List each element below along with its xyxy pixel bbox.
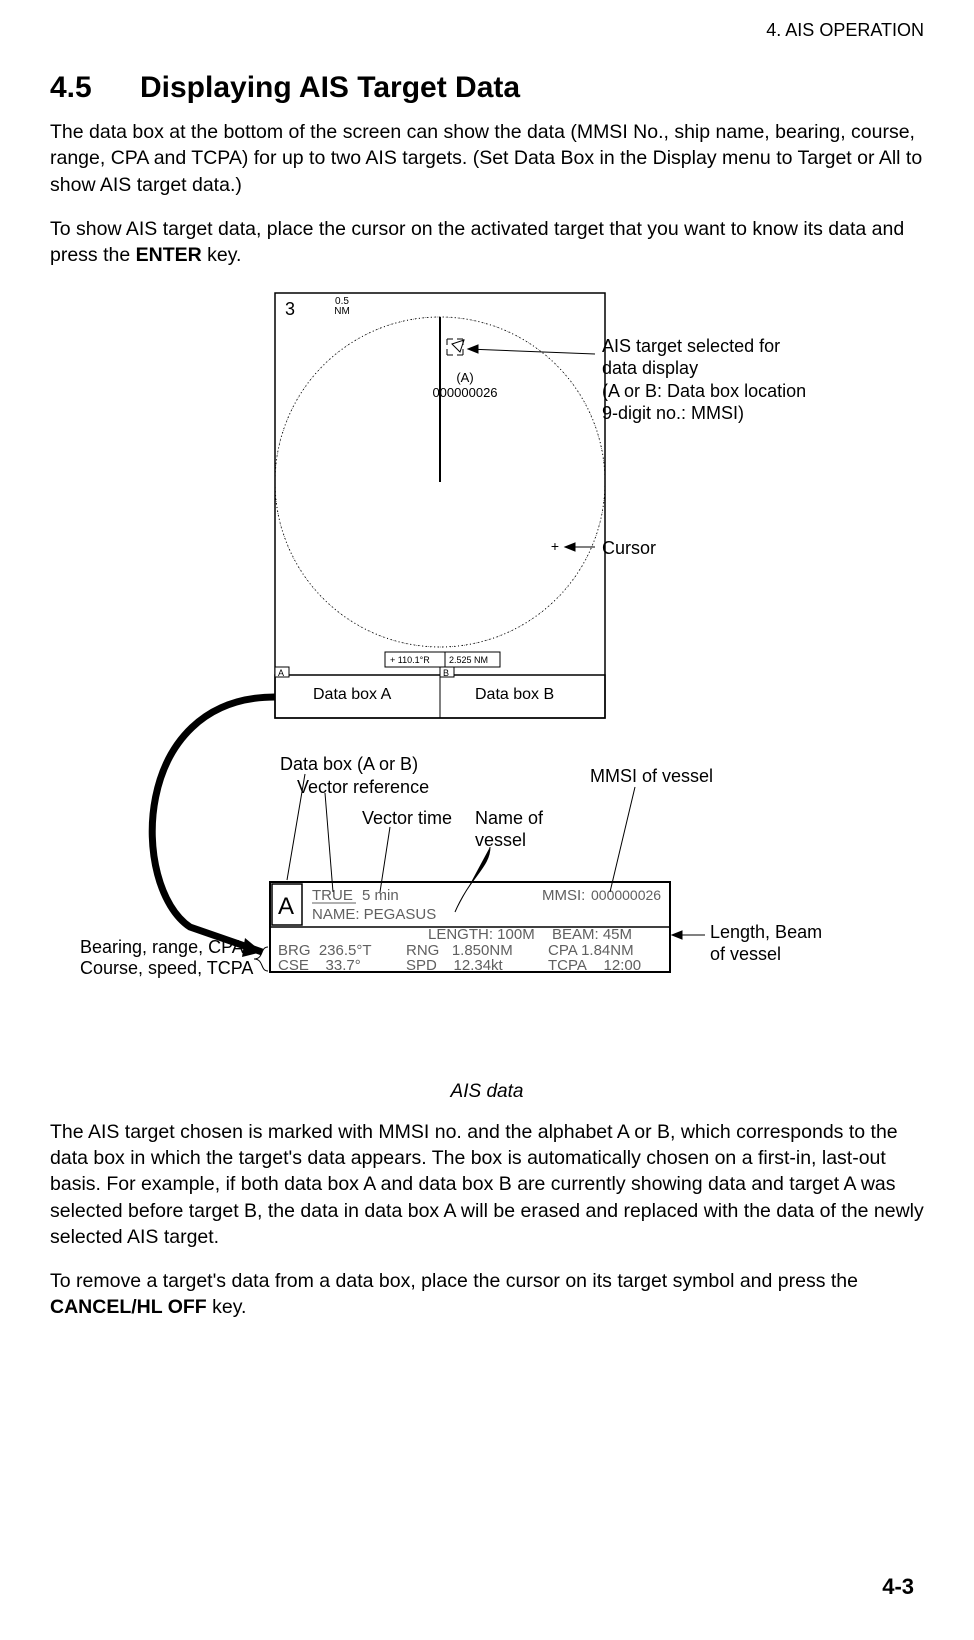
annot-target-sel: AIS target selected for data display (A … — [602, 335, 806, 425]
readout-bearing: + 110.1°R — [390, 655, 430, 665]
para4-key: CANCEL/HL OFF — [50, 1296, 207, 1318]
paragraph-2: To show AIS target data, place the curso… — [50, 216, 924, 269]
annot-brg2: Course, speed, TCPA — [80, 957, 253, 980]
tab-a: A — [278, 668, 284, 678]
annot-mmsi: MMSI of vessel — [590, 765, 713, 788]
detail-letter: A — [278, 893, 294, 920]
para2-c: key. — [202, 244, 242, 266]
detail-cse: CSE 33.7° — [278, 957, 361, 974]
detail-mmsi: 000000026 — [591, 887, 661, 903]
ais-target-icon — [447, 339, 464, 355]
radar-display: 3 0.5 NM (A) 000000026 + + 110.1°R 2.525… — [275, 293, 605, 718]
data-box-b-label: Data box B — [475, 686, 554, 703]
target-label: (A) — [456, 370, 473, 385]
figure: 3 0.5 NM (A) 000000026 + + 110.1°R 2.525… — [50, 287, 924, 1067]
paragraph-3: The AIS target chosen is marked with MMS… — [50, 1119, 924, 1251]
swoop-arrow — [152, 697, 275, 952]
paragraph-4: To remove a target's data from a data bo… — [50, 1268, 924, 1321]
section-title-text: Displaying AIS Target Data — [140, 71, 520, 104]
annot-brg1: Bearing, range, CPA — [80, 936, 244, 959]
detail-spd: SPD 12.34kt — [406, 957, 504, 974]
detail-box: A TRUE 5 min MMSI: 000000026 NAME: PEGAS… — [270, 882, 670, 974]
annot-cursor: Cursor — [602, 537, 656, 560]
detail-name: NAME: PEGASUS — [312, 906, 436, 923]
data-box-area: A B Data box A Data box B — [275, 667, 605, 718]
chapter-header: 4. AIS OPERATION — [50, 20, 924, 41]
annot-length-beam: Length, Beam of vessel — [710, 921, 822, 966]
annot-vector-ref: Vector reference — [297, 776, 429, 799]
annot-databox: Data box (A or B) — [280, 753, 418, 776]
readout-range: 2.525 NM — [449, 655, 488, 665]
para2-key: ENTER — [136, 244, 202, 266]
paragraph-1: The data box at the bottom of the screen… — [50, 119, 924, 198]
section-number: 4.5 — [50, 71, 140, 105]
annot-vector-time: Vector time — [362, 807, 452, 830]
para4-c: key. — [207, 1296, 247, 1318]
cursor-glyph: + — [551, 538, 559, 554]
section-title: 4.5Displaying AIS Target Data — [50, 71, 924, 105]
page: 4. AIS OPERATION 4.5Displaying AIS Targe… — [0, 0, 974, 1640]
detail-tcpa: TCPA 12:00 — [548, 957, 641, 974]
detail-mmsi-label: MMSI: — [542, 887, 585, 904]
detail-beam: BEAM: 45M — [552, 926, 632, 943]
data-box-a-label: Data box A — [313, 686, 392, 703]
annot-name: Name of vessel — [475, 807, 543, 852]
detail-length: LENGTH: 100M — [428, 926, 535, 943]
tab-b: B — [443, 668, 449, 678]
target-mmsi: 000000026 — [432, 385, 497, 400]
page-number: 4-3 — [882, 1574, 914, 1600]
radar-corner: 3 — [285, 299, 295, 319]
radar-range-unit: NM — [334, 306, 350, 317]
para4-a: To remove a target's data from a data bo… — [50, 1270, 858, 1292]
figure-caption: AIS data — [50, 1081, 924, 1103]
readout-box: + 110.1°R 2.525 NM — [385, 652, 500, 667]
arrows — [468, 345, 595, 551]
